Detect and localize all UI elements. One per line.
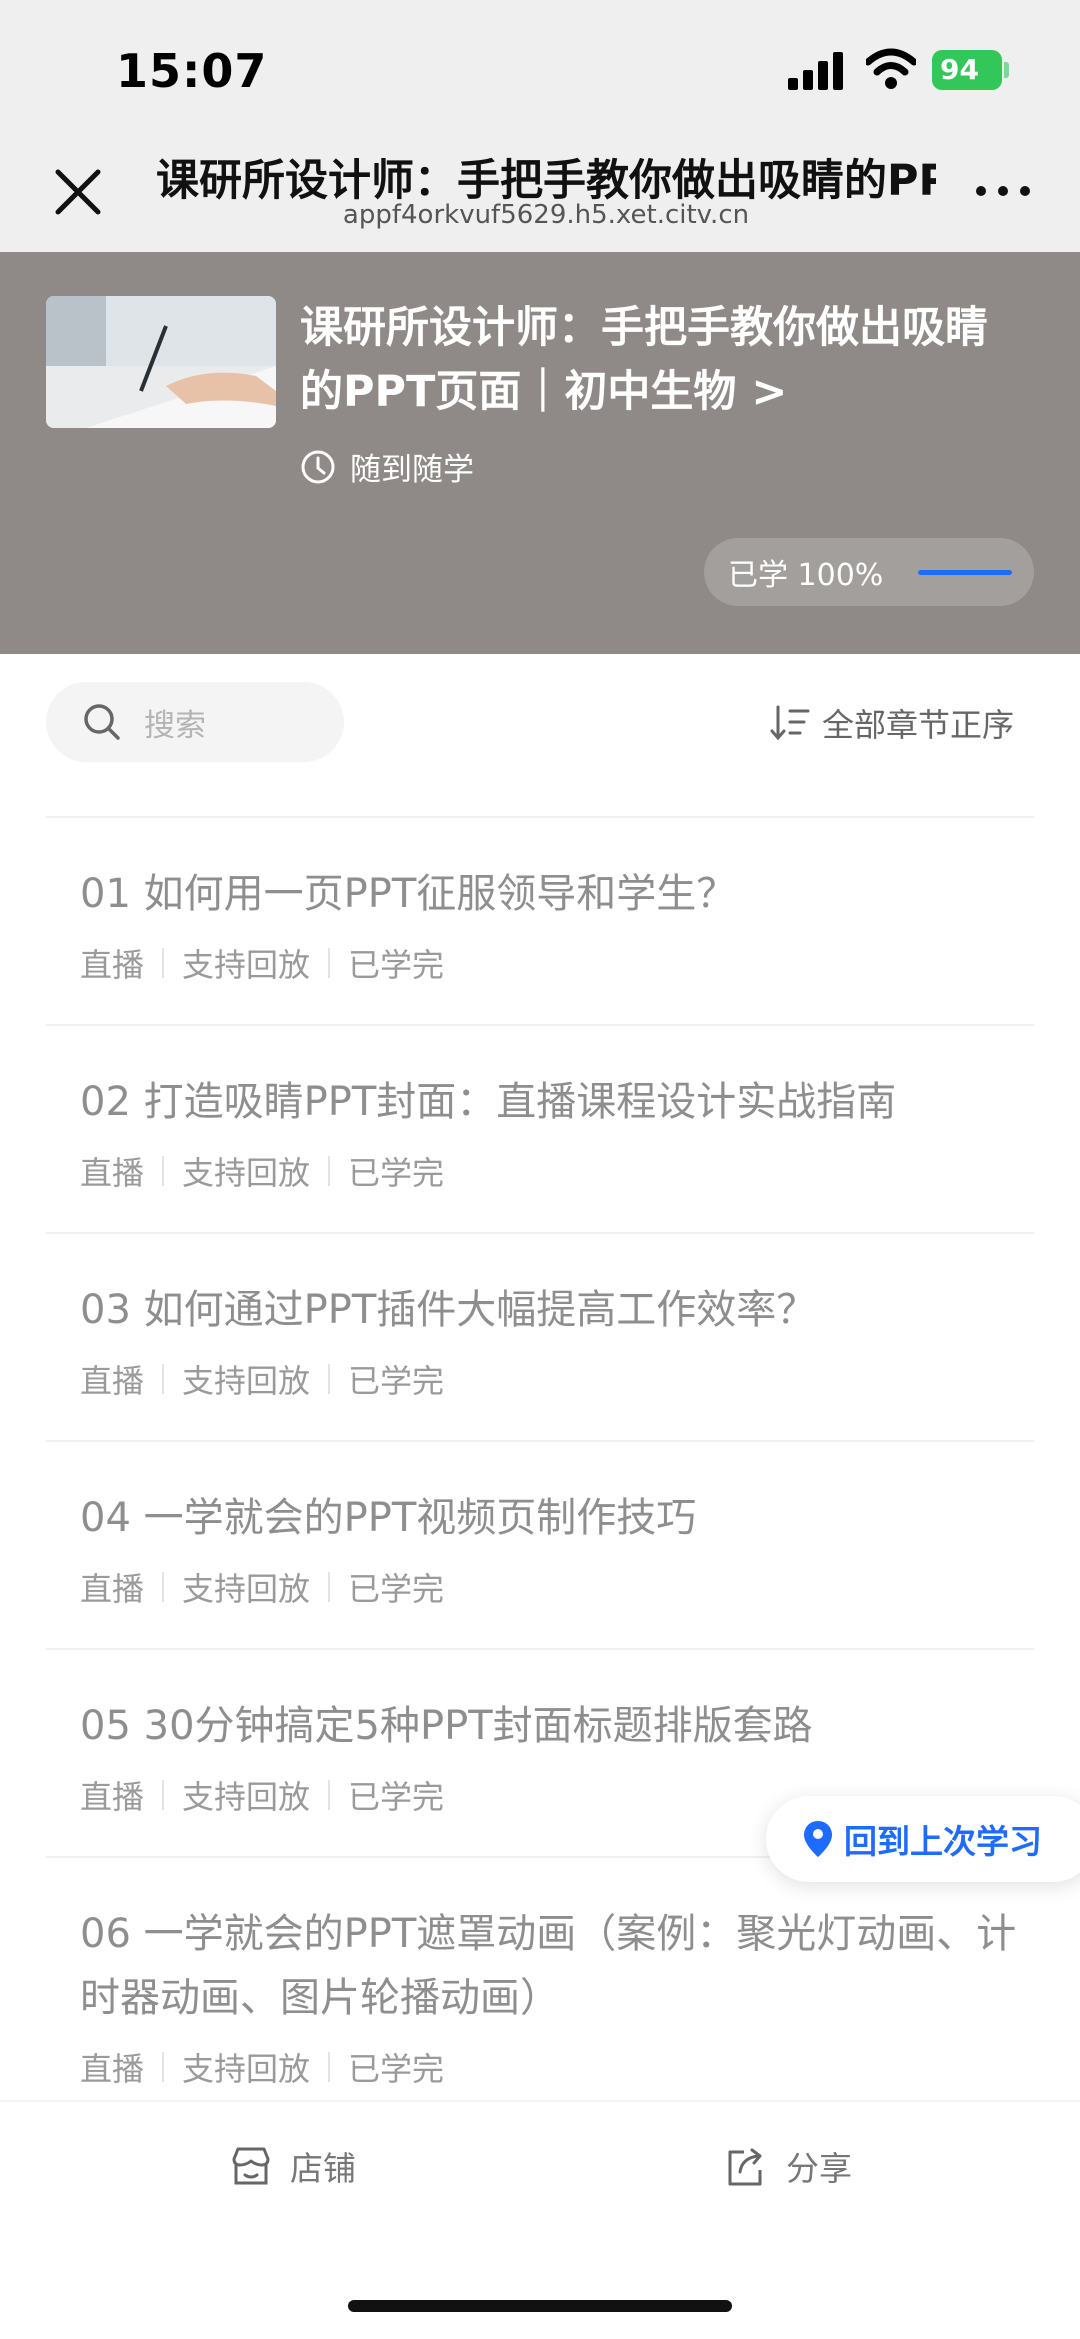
chapter-item[interactable]: 03 如何通过PPT插件大幅提高工作效率？ 直播 支持回放 已学完 xyxy=(46,1232,1034,1440)
search-input[interactable]: 搜索 xyxy=(46,682,344,762)
wifi-icon xyxy=(866,48,916,89)
location-pin-icon xyxy=(804,1821,832,1857)
chapter-title: 04 一学就会的PPT视频页制作技巧 xyxy=(80,1495,697,1541)
tag-type: 直播 xyxy=(80,1570,145,1608)
chapter-item[interactable]: 06 一学就会的PPT遮罩动画（案例：聚光灯动画、计时器动画、图片轮播动画） 直… xyxy=(46,1856,1034,2128)
signal-icon xyxy=(788,52,843,90)
tag-type: 直播 xyxy=(80,1362,145,1400)
tag-status: 已学完 xyxy=(348,2050,445,2088)
shop-icon xyxy=(232,2147,270,2185)
chapter-tags: 直播 支持回放 已学完 xyxy=(80,1564,1034,1610)
sort-icon xyxy=(770,705,810,741)
status-time: 15:07 xyxy=(116,44,268,98)
chapter-title: 06 一学就会的PPT遮罩动画（案例：聚光灯动画、计时器动画、图片轮播动画） xyxy=(80,1911,1017,2021)
tag-replay: 支持回放 xyxy=(182,1778,311,1816)
chapter-tags: 直播 支持回放 已学完 xyxy=(80,940,1034,986)
chapter-title: 01 如何用一页PPT征服领导和学生？ xyxy=(80,871,737,917)
tag-replay: 支持回放 xyxy=(182,946,311,984)
tag-replay: 支持回放 xyxy=(182,2050,311,2088)
more-icon[interactable] xyxy=(976,176,1030,206)
chapter-title: 02 打造吸睛PPT封面：直播课程设计实战指南 xyxy=(80,1079,897,1125)
course-thumbnail[interactable] xyxy=(46,296,276,428)
battery-icon: 94 xyxy=(932,50,1002,90)
tag-status: 已学完 xyxy=(348,1154,445,1192)
tag-status: 已学完 xyxy=(348,946,445,984)
chapter-item[interactable]: 04 一学就会的PPT视频页制作技巧 直播 支持回放 已学完 xyxy=(46,1440,1034,1648)
progress-fill xyxy=(918,570,1012,575)
resume-learning-label: 回到上次学习 xyxy=(844,1822,1042,1861)
share-button[interactable]: 分享 xyxy=(724,2142,852,2190)
tag-type: 直播 xyxy=(80,2050,145,2088)
chapter-list: 01 如何用一页PPT征服领导和学生？ 直播 支持回放 已学完 02 打造吸睛P… xyxy=(46,816,1034,2128)
chapter-tags: 直播 支持回放 已学完 xyxy=(80,2044,1034,2090)
progress-pill: 已学 100% xyxy=(704,538,1034,606)
search-icon xyxy=(84,704,120,740)
tag-status: 已学完 xyxy=(348,1778,445,1816)
sort-label: 全部章节正序 xyxy=(822,706,1015,744)
page-url: appf4orkvuf5629.h5.xet.citv.cn xyxy=(342,200,750,230)
shop-label: 店铺 xyxy=(290,2149,356,2188)
tag-replay: 支持回放 xyxy=(182,1570,311,1608)
shop-button[interactable]: 店铺 xyxy=(230,2142,356,2190)
course-title[interactable]: 课研所设计师：手把手教你做出吸睛的PPT页面｜初中生物 > xyxy=(300,296,1030,424)
chapter-item[interactable]: 01 如何用一页PPT征服领导和学生？ 直播 支持回放 已学完 xyxy=(46,816,1034,1024)
tag-status: 已学完 xyxy=(348,1362,445,1400)
sort-button[interactable]: 全部章节正序 xyxy=(770,700,1014,746)
page-title: 课研所设计师：手把手教你做出吸睛的PPT页面｜初中生物 xyxy=(156,156,936,206)
progress-track xyxy=(918,570,1012,575)
tag-type: 直播 xyxy=(80,946,145,984)
chapter-tags: 直播 支持回放 已学完 xyxy=(80,1148,1034,1194)
tag-type: 直播 xyxy=(80,1778,145,1816)
share-icon xyxy=(728,2148,762,2186)
chapter-item[interactable]: 02 打造吸睛PPT封面：直播课程设计实战指南 直播 支持回放 已学完 xyxy=(46,1024,1034,1232)
chapter-title: 03 如何通过PPT插件大幅提高工作效率？ xyxy=(80,1287,817,1333)
progress-text: 已学 100% xyxy=(728,558,884,593)
home-indicator xyxy=(348,2300,732,2312)
search-placeholder: 搜索 xyxy=(144,707,206,744)
share-label: 分享 xyxy=(786,2149,852,2188)
resume-learning-button[interactable]: 回到上次学习 xyxy=(766,1796,1080,1882)
tag-type: 直播 xyxy=(80,1154,145,1192)
learning-mode: 随到随学 xyxy=(300,444,474,489)
clock-icon xyxy=(301,450,335,483)
tag-status: 已学完 xyxy=(348,1570,445,1608)
close-icon[interactable] xyxy=(54,168,102,216)
learning-mode-label: 随到随学 xyxy=(350,452,474,488)
chapter-tags: 直播 支持回放 已学完 xyxy=(80,1356,1034,1402)
battery-cap xyxy=(1004,62,1009,78)
chapter-title: 05 30分钟搞定5种PPT封面标题排版套路 xyxy=(80,1703,813,1749)
tag-replay: 支持回放 xyxy=(182,1362,311,1400)
tag-replay: 支持回放 xyxy=(182,1154,311,1192)
